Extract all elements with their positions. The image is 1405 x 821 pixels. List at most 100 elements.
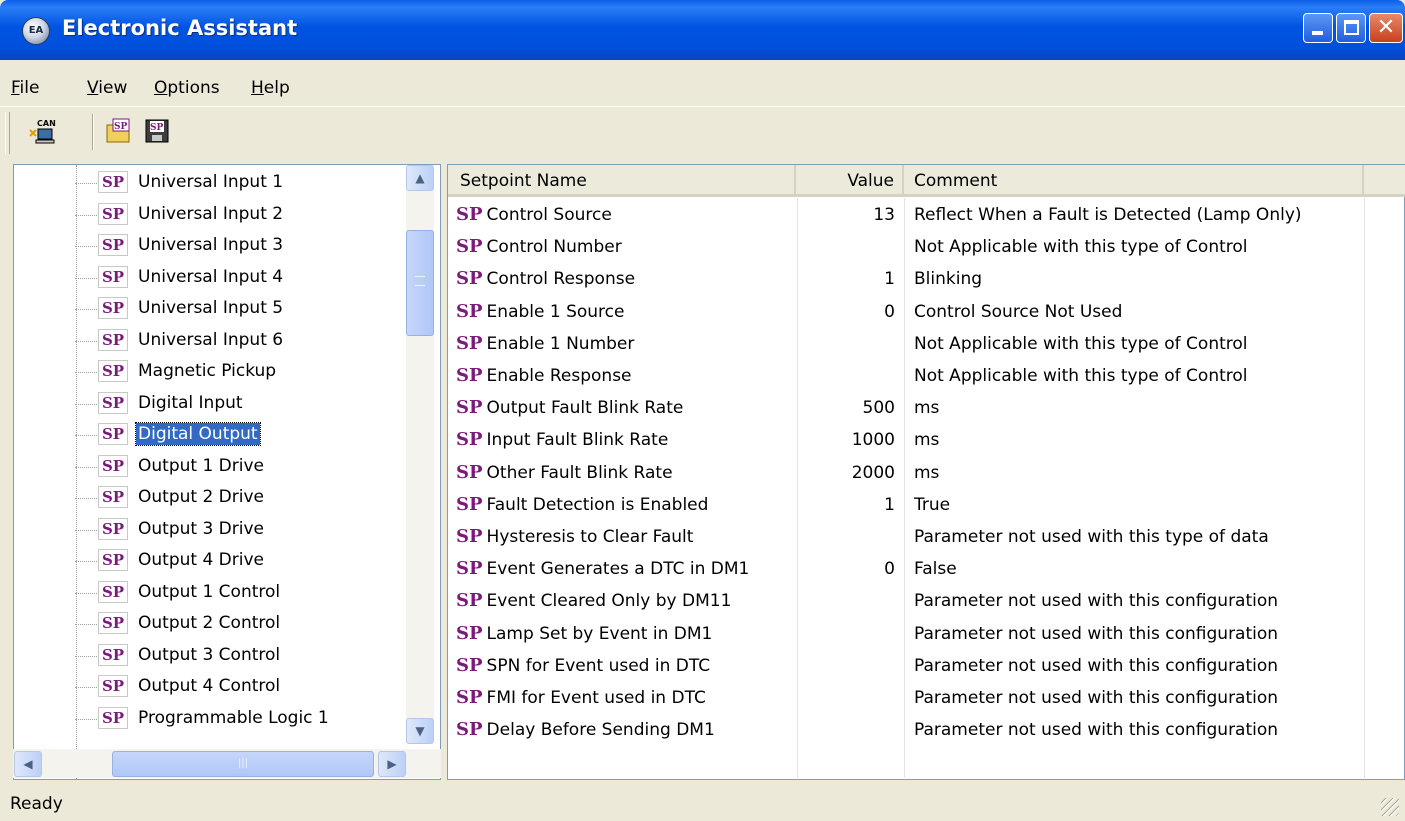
menu-view[interactable]: View — [87, 78, 127, 98]
table-row[interactable]: SP FMI for Event used in DTC Parameter not… — [448, 682, 1365, 714]
value-cell[interactable]: 500 — [797, 392, 895, 424]
table-row[interactable]: SP Control Number Not Applicable with this… — [448, 231, 1365, 263]
value-cell[interactable]: 13 — [797, 199, 895, 231]
tree-item[interactable]: SP Output 1 Drive — [13, 451, 433, 481]
tree-item[interactable]: SP Output 4 Drive — [13, 545, 433, 575]
setpoint-name: Control Source — [486, 205, 612, 225]
setpoint-icon: SP — [98, 549, 128, 571]
value-cell[interactable] — [797, 360, 895, 392]
value-cell[interactable] — [797, 521, 895, 553]
value-cell[interactable] — [797, 231, 895, 263]
tree-item[interactable]: SP Digital Input — [13, 388, 433, 418]
scroll-right-button[interactable]: ▶ — [378, 751, 406, 777]
menu-options[interactable]: Options — [154, 78, 220, 98]
scroll-up-button[interactable]: ▲ — [406, 165, 434, 191]
minimize-button[interactable] — [1303, 13, 1333, 43]
table-row[interactable]: SP Lamp Set by Event in DM1 Parameter not … — [448, 618, 1365, 650]
tree-item[interactable]: SP Universal Input 1 — [13, 167, 433, 197]
save-setpoint-icon: SP — [145, 119, 169, 143]
table-row[interactable]: SP Fault Detection is Enabled 1 True — [448, 489, 1365, 521]
table-row[interactable]: SP Input Fault Blink Rate 1000 ms — [448, 424, 1365, 456]
setpoint-icon: SP — [98, 360, 128, 382]
tree-item[interactable]: SP Magnetic Pickup — [13, 356, 433, 386]
value-cell[interactable]: 1 — [797, 489, 895, 521]
setpoint-name-cell: SP Event Cleared Only by DM11 — [456, 585, 731, 617]
scroll-left-button[interactable]: ◀ — [14, 751, 42, 777]
tree-item[interactable]: SP Digital Output — [13, 419, 433, 449]
column-header-setpoint-name[interactable]: Setpoint Name — [448, 165, 796, 197]
tree-item[interactable]: SP Programmable Logic 1 — [13, 703, 433, 733]
tree-item-label: Universal Input 5 — [138, 298, 284, 318]
value-cell[interactable] — [797, 328, 895, 360]
table-row[interactable]: SP SPN for Event used in DTC Parameter not… — [448, 650, 1365, 682]
tree-item-label: Universal Input 6 — [138, 329, 284, 350]
table-row[interactable]: SP Enable Response Not Applicable with thi… — [448, 360, 1365, 392]
column-header-comment[interactable]: Comment — [904, 165, 1364, 197]
tree-item[interactable]: SP Output 3 Drive — [13, 514, 433, 544]
chevron-down-icon: ▼ — [415, 724, 425, 738]
setpoint-name: Control Response — [486, 269, 636, 290]
comment-cell: Parameter not used with this configurati… — [914, 688, 1279, 708]
table-row[interactable]: SP Hysteresis to Clear Fault Parameter not… — [448, 521, 1365, 553]
setpoint-icon: SP — [98, 328, 128, 351]
tree-item[interactable]: SP Output 1 Control — [13, 577, 433, 607]
menu-file[interactable]: File — [11, 78, 39, 98]
tree-item[interactable]: SP Output 3 Control — [13, 640, 433, 670]
table-row[interactable]: SP Output Fault Blink Rate 500 ms — [448, 392, 1365, 424]
value-cell[interactable] — [797, 585, 895, 617]
tree-item[interactable]: SP Universal Input 4 — [13, 262, 433, 292]
table-row[interactable]: SP Enable 1 Source 0 Control Source Not Use… — [448, 296, 1365, 328]
tree-item[interactable]: SP Universal Input 2 — [13, 199, 433, 229]
tree-item[interactable]: SP Universal Input 3 — [13, 230, 433, 260]
app-icon[interactable]: EA — [22, 17, 50, 45]
table-row[interactable]: SP Control Response 1 Blinking — [448, 263, 1365, 295]
value-cell[interactable]: 0 — [797, 553, 895, 585]
setpoint-name: Output Fault Blink Rate — [486, 398, 684, 419]
value-cell[interactable] — [797, 618, 895, 650]
close-button[interactable]: ✕ — [1369, 13, 1403, 43]
resize-grip[interactable] — [1381, 798, 1399, 816]
scroll-down-button[interactable]: ▼ — [406, 718, 434, 744]
tree-item[interactable]: SP Output 2 Drive — [13, 482, 433, 512]
value-cell[interactable] — [797, 714, 895, 746]
value-cell[interactable]: 1 — [797, 263, 895, 295]
tree-item[interactable]: SP Output 4 Control — [13, 671, 433, 701]
toolbar-separator — [92, 114, 94, 150]
maximize-button[interactable] — [1336, 13, 1366, 43]
comment-cell: True — [914, 494, 951, 515]
open-setpoint-button[interactable]: SP — [104, 116, 134, 146]
table-row[interactable]: SP Enable 1 Number Not Applicable with thi… — [448, 328, 1365, 360]
tree-item[interactable]: SP Universal Input 5 — [13, 293, 433, 323]
toolbar-grip[interactable] — [5, 112, 10, 154]
value-cell[interactable]: 0 — [797, 296, 895, 328]
table-row[interactable]: SP Delay Before Sending DM1 Parameter not … — [448, 714, 1365, 746]
status-text: Ready — [10, 794, 63, 814]
svg-text:CAN: CAN — [37, 119, 56, 128]
table-row[interactable]: SP Event Generates a DTC in DM1 0 False — [448, 553, 1365, 585]
table-row[interactable]: SP Other Fault Blink Rate 2000 ms — [448, 457, 1365, 489]
can-connect-button[interactable]: CAN — [28, 116, 58, 146]
value-cell[interactable]: 1000 — [797, 424, 895, 456]
comment-cell: Blinking — [914, 269, 983, 290]
column-header-value[interactable]: Value — [796, 165, 904, 197]
tree-horizontal-scroll-thumb[interactable]: ||| — [112, 751, 374, 777]
tree-item-label: Output 3 Drive — [138, 518, 264, 539]
setpoint-icon: SP — [456, 622, 483, 644]
menu-help[interactable]: Help — [251, 78, 290, 98]
setpoint-name: Enable 1 Source — [486, 301, 625, 322]
tree-vertical-scroll-thumb[interactable] — [406, 230, 434, 336]
tree-item[interactable]: SP Output 2 Control — [13, 608, 433, 638]
comment-cell: Parameter not used with this configurati… — [914, 591, 1279, 612]
save-setpoint-button[interactable]: SP — [142, 116, 172, 146]
setpoint-name-cell: SP SPN for Event used in DTC — [456, 650, 710, 682]
setpoint-icon: SP — [456, 332, 483, 354]
value-cell[interactable]: 2000 — [797, 457, 895, 489]
table-row[interactable]: SP Event Cleared Only by DM11 Parameter no… — [448, 585, 1365, 617]
value-cell[interactable] — [797, 682, 895, 714]
setpoint-name: Enable 1 Number — [486, 333, 635, 354]
setpoint-icon: SP — [98, 517, 128, 540]
setpoint-name: FMI for Event used in DTC — [486, 688, 706, 708]
table-row[interactable]: SP Control Source 13 Reflect When a Fault i… — [448, 199, 1365, 231]
value-cell[interactable] — [797, 650, 895, 682]
tree-item[interactable]: SP Universal Input 6 — [13, 325, 433, 355]
